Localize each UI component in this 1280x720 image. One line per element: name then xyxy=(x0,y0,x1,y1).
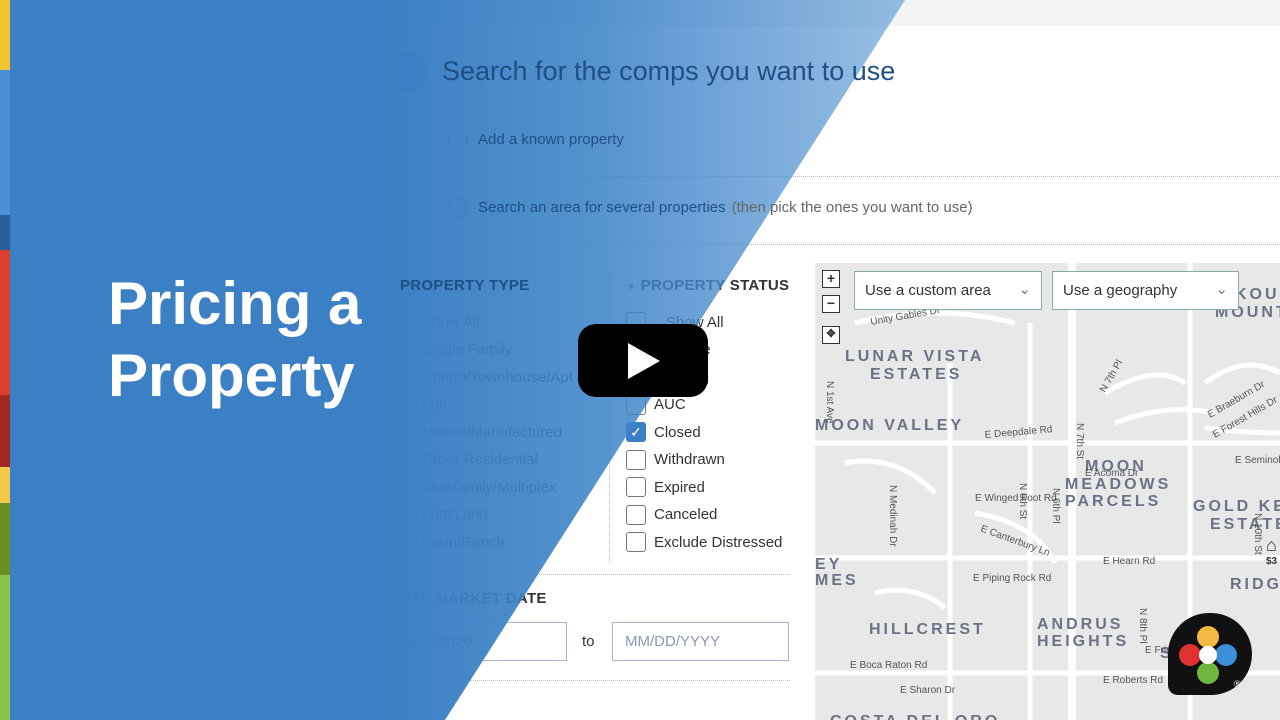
street-label: N 1st Ave xyxy=(824,381,835,424)
neighborhood-label: ESTATES xyxy=(870,366,962,383)
neighborhood-label: GOLD KEY xyxy=(1193,498,1280,515)
video-title: Pricing a Property xyxy=(108,268,361,412)
neighborhood-label: MES xyxy=(815,572,859,589)
play-button[interactable] xyxy=(578,324,708,397)
property-type-heading[interactable]: PROPERTY TYPE xyxy=(400,277,530,294)
option-label: AUC xyxy=(654,396,686,413)
neighborhood-label: LUNAR VISTA xyxy=(845,348,984,365)
title-line-2: Property xyxy=(108,342,355,409)
search-area-hint: (then pick the ones you want to use) xyxy=(731,199,973,216)
geography-dropdown[interactable]: Use a geography ⌄ xyxy=(1052,271,1239,310)
street-label: N 6th St xyxy=(1017,483,1028,519)
street-label: N 6th Pl xyxy=(1050,488,1061,524)
zoom-out-button[interactable]: − xyxy=(822,295,840,313)
option-label: Withdrawn xyxy=(654,451,725,468)
stripe-segment xyxy=(0,70,10,215)
stripe-segment xyxy=(0,575,10,720)
search-area-label[interactable]: Search an area for several properties (th… xyxy=(478,199,973,216)
checkbox[interactable] xyxy=(626,504,646,525)
custom-area-label: Use a custom area xyxy=(865,282,991,299)
brand-logo: ® xyxy=(1168,613,1252,695)
neighborhood-label: HEIGHTS xyxy=(1037,633,1129,650)
neighborhood-label: MOON VALLEY xyxy=(815,417,964,434)
street-label: E Roberts Rd xyxy=(1103,675,1163,686)
property-status-option[interactable]: ✓ Closed xyxy=(626,422,701,442)
title-line-1: Pricing a xyxy=(108,270,362,337)
option-label: Closed xyxy=(654,423,701,441)
step-title: Search for the comps you want to use xyxy=(442,56,896,86)
property-status-option[interactable]: Exclude Distressed xyxy=(626,532,782,552)
option-label: Expired xyxy=(654,478,705,496)
date-to-label: to xyxy=(582,633,595,650)
home-marker-icon[interactable]: ⌂ xyxy=(1266,535,1277,556)
stripe-segment xyxy=(0,0,10,70)
street-label: E Winged Foot Rd xyxy=(975,493,1057,504)
price-marker[interactable]: $3 xyxy=(1266,556,1277,567)
neighborhood-label: ESTATES xyxy=(1210,516,1280,533)
property-status-option[interactable]: Canceled xyxy=(626,504,718,525)
street-label: E Boca Raton Rd xyxy=(850,660,927,671)
svg-text:®: ® xyxy=(1234,679,1241,689)
street-label: E Deepdale Rd xyxy=(984,424,1053,441)
stripe-segment xyxy=(0,467,10,503)
street-label: E Seminole xyxy=(1235,455,1280,466)
property-status-option[interactable]: Expired xyxy=(626,477,705,497)
geography-label: Use a geography xyxy=(1063,282,1178,299)
fullscreen-button[interactable]: ✥ xyxy=(822,326,840,344)
search-area-text: Search an area for several properties xyxy=(478,199,726,216)
zoom-in-button[interactable]: + xyxy=(822,270,840,288)
checkbox[interactable] xyxy=(626,477,646,497)
play-icon xyxy=(628,342,660,379)
option-label: Exclude Distressed xyxy=(654,533,783,551)
neighborhood-label: EY xyxy=(815,556,842,573)
logo-mark-icon: ® xyxy=(1179,626,1241,689)
custom-area-dropdown[interactable]: Use a custom area ⌄ xyxy=(854,271,1042,310)
street-label: N 10th St xyxy=(1252,513,1263,555)
street-label: N 8th Pl xyxy=(1137,608,1148,644)
brand-stripe xyxy=(0,0,10,720)
street-label: E Hearn Rd xyxy=(1103,556,1155,567)
street-label: E Acoma Dr xyxy=(1085,468,1139,479)
street-label: E Sharon Dr xyxy=(900,685,956,696)
street-label: N 7th St xyxy=(1074,423,1085,459)
chevron-down-icon: ⌄ xyxy=(1215,281,1228,298)
chevron-down-icon: ⌄ xyxy=(1018,281,1031,298)
date-to-input[interactable]: MM/DD/YYYY xyxy=(612,622,789,661)
neighborhood-label: ANDRUS xyxy=(1037,616,1123,633)
stripe-segment xyxy=(0,250,10,395)
street-label: E Piping Rock Rd xyxy=(973,573,1051,584)
property-status-option[interactable]: Withdrawn xyxy=(626,449,725,470)
add-known-property-label[interactable]: Add a known property xyxy=(478,131,624,148)
stripe-segment xyxy=(0,395,10,467)
neighborhood-label: COSTA DEL ORO xyxy=(830,713,1000,720)
neighborhood-label: KOU xyxy=(1235,286,1280,303)
checkbox[interactable] xyxy=(626,449,646,470)
option-label: Canceled xyxy=(654,506,718,523)
neighborhood-label: PARCELS xyxy=(1065,493,1161,510)
street-label: N Medinah Dr xyxy=(887,485,898,547)
stripe-segment xyxy=(0,215,10,250)
neighborhood-label: RIDGE xyxy=(1230,576,1280,593)
stripe-segment xyxy=(0,503,10,575)
neighborhood-label: HILLCREST xyxy=(869,621,986,638)
checkbox[interactable] xyxy=(626,532,646,552)
